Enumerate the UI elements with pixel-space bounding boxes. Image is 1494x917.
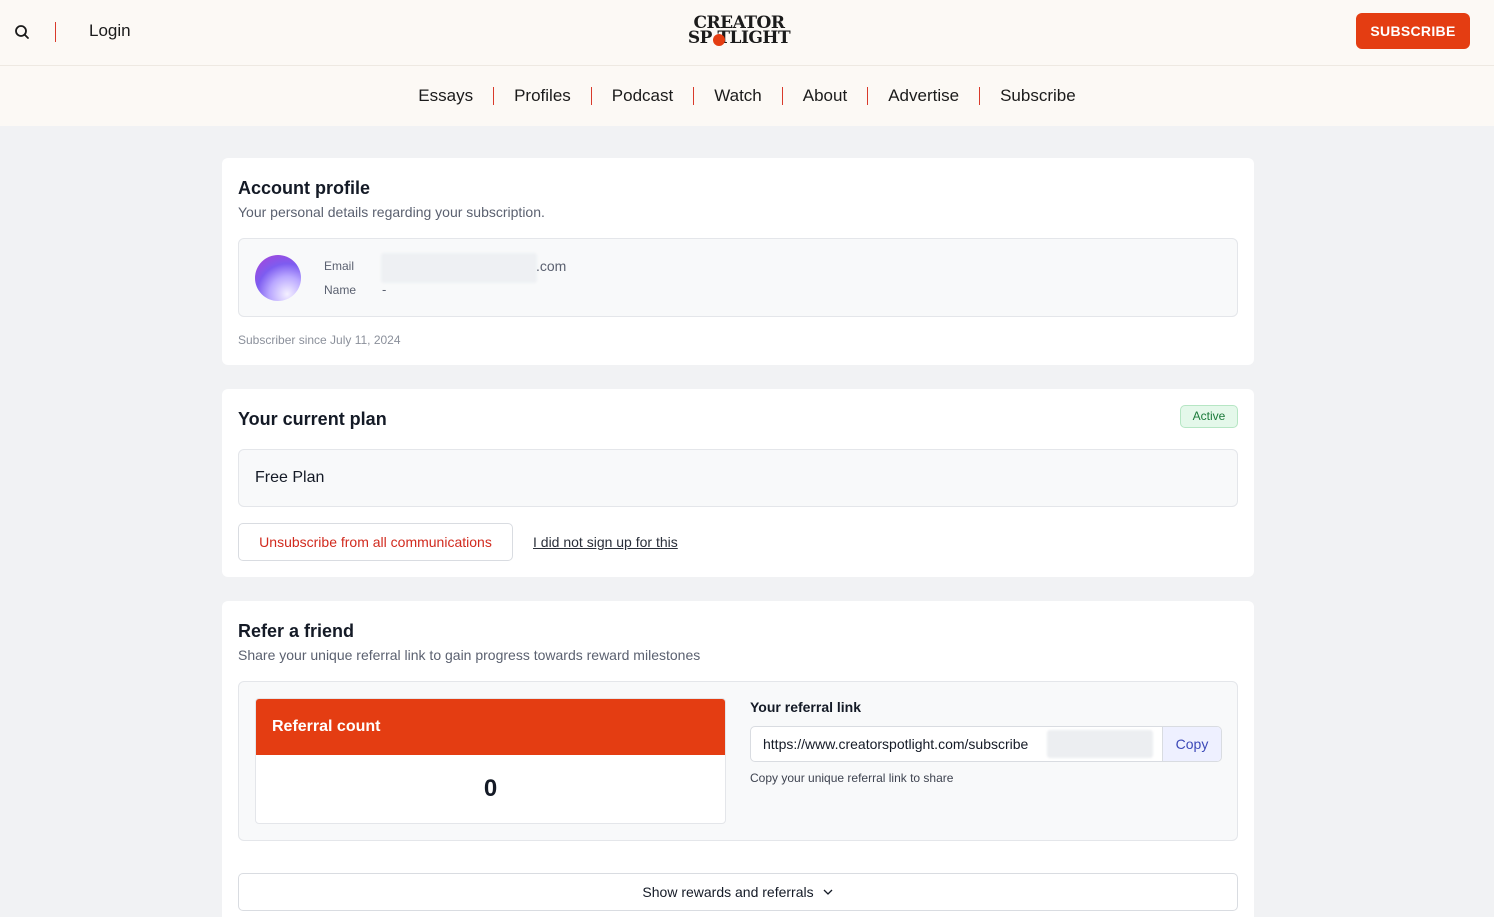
status-badge: Active (1180, 405, 1238, 428)
nav-podcast[interactable]: Podcast (592, 86, 693, 106)
main-nav: Essays Profiles Podcast Watch About Adve… (0, 66, 1494, 126)
refer-friend-title: Refer a friend (238, 621, 355, 641)
profile-details: Email .com Name - (238, 238, 1238, 317)
chevron-down-icon (823, 889, 833, 895)
top-bar: Login CREATOR SP TLIGHT SUBSCRIBE (0, 0, 1494, 66)
email-value: .com (536, 258, 567, 274)
login-link[interactable]: Login (89, 21, 131, 41)
referral-box: Referral count 0 Your referral link Copy… (238, 681, 1238, 841)
show-rewards-button[interactable]: Show rewards and referrals (238, 873, 1238, 911)
account-profile-card: Account profile Your personal details re… (222, 158, 1254, 365)
show-rewards-label: Show rewards and referrals (642, 884, 814, 900)
current-plan-title: Your current plan (238, 409, 387, 429)
current-plan-card: Your current plan Active Free Plan Unsub… (222, 389, 1254, 577)
referral-link-label: Your referral link (750, 699, 862, 715)
nav-advertise[interactable]: Advertise (868, 86, 979, 106)
avatar (255, 255, 301, 301)
plan-name: Free Plan (255, 469, 325, 486)
email-redacted (381, 253, 537, 283)
refer-friend-card: Refer a friend Share your unique referra… (222, 601, 1254, 917)
search-icon[interactable] (12, 22, 32, 42)
copy-button[interactable]: Copy (1162, 727, 1221, 761)
nav-about[interactable]: About (783, 86, 867, 106)
account-profile-subtitle: Your personal details regarding your sub… (238, 204, 545, 220)
divider (55, 22, 56, 42)
referral-count-value: 0 (483, 775, 498, 802)
unsubscribe-button[interactable]: Unsubscribe from all communications (238, 523, 513, 561)
subscribe-button[interactable]: SUBSCRIBE (1356, 13, 1470, 49)
nav-watch[interactable]: Watch (694, 86, 782, 106)
subscriber-since: Subscriber since July 11, 2024 (238, 333, 401, 347)
creator-spotlight-logo[interactable]: CREATOR SP TLIGHT (686, 15, 792, 48)
referral-count-label: Referral count (256, 699, 725, 755)
plan-box: Free Plan (238, 449, 1238, 507)
refer-friend-subtitle: Share your unique referral link to gain … (238, 647, 701, 663)
logo-line-2-text: SP TLIGHT (687, 28, 791, 48)
nav-subscribe[interactable]: Subscribe (980, 86, 1096, 106)
referral-link-help: Copy your unique referral link to share (750, 771, 954, 785)
email-label: Email (324, 259, 355, 273)
not-signed-up-link[interactable]: I did not sign up for this (533, 534, 678, 550)
logo-line-2: SP TLIGHT (686, 28, 792, 48)
nav-profiles[interactable]: Profiles (494, 86, 591, 106)
referral-link-field: Copy (750, 726, 1222, 762)
account-profile-title: Account profile (238, 178, 371, 198)
nav-essays[interactable]: Essays (398, 86, 493, 106)
referral-code-redacted (1047, 730, 1153, 758)
name-value: - (382, 282, 387, 297)
logo-dot-icon (713, 34, 725, 46)
referral-count-card: Referral count 0 (255, 698, 726, 824)
name-label: Name (324, 283, 357, 297)
